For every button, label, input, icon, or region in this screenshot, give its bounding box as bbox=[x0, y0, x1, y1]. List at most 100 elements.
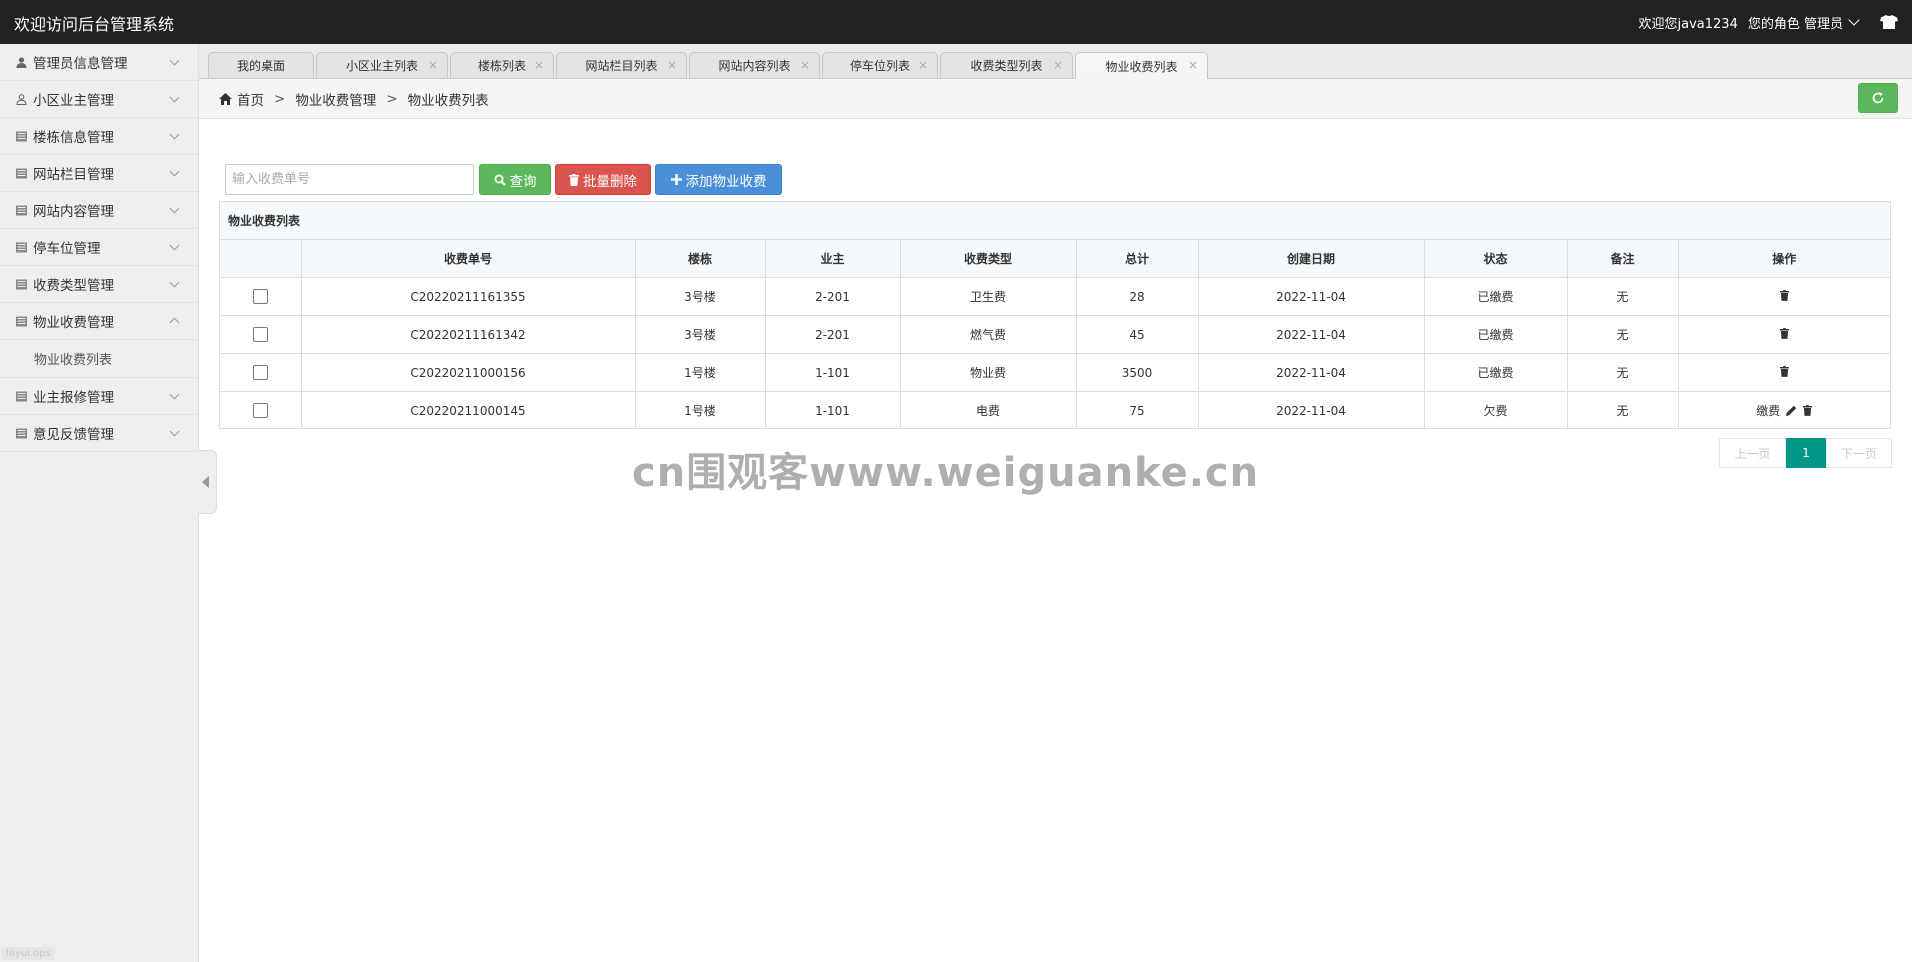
version-tag: layui.ops bbox=[2, 947, 55, 960]
breadcrumb-level1[interactable]: 物业收费管理 bbox=[295, 89, 376, 109]
cell-total: 3500 bbox=[1076, 353, 1199, 392]
close-icon[interactable]: × bbox=[1188, 58, 1198, 72]
cell-owner: 1-101 bbox=[765, 391, 901, 429]
list-icon bbox=[16, 205, 27, 215]
cell-date: 2022-11-04 bbox=[1198, 391, 1425, 429]
sidebar-item-content[interactable]: 网站内容管理 bbox=[0, 192, 198, 229]
tab-owner-list[interactable]: 小区业主列表 × bbox=[316, 52, 448, 78]
chevron-down-icon bbox=[1848, 14, 1860, 26]
column-header: 业主 bbox=[765, 240, 901, 278]
cell-owner: 1-101 bbox=[765, 353, 901, 392]
sidebar-item-label: 楼栋信息管理 bbox=[33, 130, 114, 146]
table-header-row: 收费单号 楼栋 业主 收费类型 总计 创建日期 状态 备注 操作 bbox=[220, 240, 1890, 278]
close-icon[interactable]: × bbox=[1053, 58, 1063, 72]
sidebar-item-columns[interactable]: 网站栏目管理 bbox=[0, 155, 198, 192]
cell-actions bbox=[1678, 315, 1890, 354]
cell-status: 已缴费 bbox=[1424, 315, 1568, 354]
add-fee-button[interactable]: 添加物业收费 bbox=[655, 164, 782, 195]
column-header: 收费类型 bbox=[900, 240, 1077, 278]
sidebar-subitem-fee-list[interactable]: 物业收费列表 bbox=[0, 340, 198, 378]
row-checkbox[interactable] bbox=[252, 365, 268, 380]
tab-building-list[interactable]: 楼栋列表 × bbox=[450, 52, 554, 78]
search-icon bbox=[494, 174, 506, 186]
fee-number-search-input[interactable] bbox=[225, 164, 474, 195]
tshirt-icon[interactable] bbox=[1880, 15, 1898, 29]
cell-note: 无 bbox=[1567, 391, 1679, 429]
column-header: 楼栋 bbox=[635, 240, 766, 278]
breadcrumb-home[interactable]: 首页 bbox=[237, 89, 264, 109]
row-checkbox[interactable] bbox=[252, 289, 268, 304]
sidebar-item-repairs[interactable]: 业主报修管理 bbox=[0, 378, 198, 415]
tab-parking-list[interactable]: 停车位列表 × bbox=[822, 52, 938, 78]
list-icon bbox=[16, 131, 27, 141]
row-checkbox[interactable] bbox=[252, 327, 268, 342]
sidebar-item-parking[interactable]: 停车位管理 bbox=[0, 229, 198, 266]
chevron-down-icon bbox=[169, 129, 180, 140]
table-row: C20220211000156 1号楼 1-101 物业费 3500 2022-… bbox=[220, 353, 1890, 392]
pagination-prev[interactable]: 上一页 bbox=[1719, 438, 1786, 468]
row-select-cell bbox=[220, 353, 302, 392]
pagination-page-1[interactable]: 1 bbox=[1786, 438, 1826, 468]
refresh-icon bbox=[1872, 92, 1884, 104]
sidebar-item-admin[interactable]: 管理员信息管理 bbox=[0, 44, 198, 81]
delete-trash-icon[interactable] bbox=[1803, 405, 1813, 416]
breadcrumb-separator: > bbox=[386, 91, 398, 107]
trash-icon bbox=[569, 173, 579, 186]
add-fee-label: 添加物业收费 bbox=[685, 173, 767, 190]
role-dropdown[interactable]: 您的角色 管理员 bbox=[1748, 13, 1860, 32]
close-icon[interactable]: × bbox=[428, 58, 438, 72]
edit-pencil-icon[interactable] bbox=[1786, 405, 1797, 416]
pay-link[interactable]: 缴费 bbox=[1756, 402, 1780, 419]
chevron-down-icon bbox=[169, 389, 180, 400]
cell-note: 无 bbox=[1567, 353, 1679, 392]
cell-building: 3号楼 bbox=[635, 277, 766, 316]
cell-building: 1号楼 bbox=[635, 353, 766, 392]
delete-trash-icon[interactable] bbox=[1779, 289, 1789, 301]
tab-property-fee-list[interactable]: 物业收费列表 × bbox=[1075, 52, 1208, 79]
pagination-next[interactable]: 下一页 bbox=[1826, 438, 1892, 468]
column-header: 收费单号 bbox=[301, 240, 636, 278]
header-user-area: 欢迎您java1234 您的角色 管理员 bbox=[1629, 0, 1898, 44]
delete-trash-icon[interactable] bbox=[1779, 365, 1789, 377]
chevron-down-icon bbox=[169, 277, 180, 288]
tab-fee-type-list[interactable]: 收费类型列表 × bbox=[940, 52, 1073, 78]
sidebar-item-owners[interactable]: 小区业主管理 bbox=[0, 81, 198, 118]
cell-fee-type: 物业费 bbox=[900, 353, 1077, 392]
close-icon[interactable]: × bbox=[918, 58, 928, 72]
tab-desktop[interactable]: 我的桌面 bbox=[208, 52, 314, 78]
breadcrumb-bar: 首页 > 物业收费管理 > 物业收费列表 bbox=[199, 79, 1912, 119]
list-icon bbox=[16, 391, 27, 401]
tab-bar: 我的桌面 小区业主列表 × 楼栋列表 × 网站栏目列表 × 网站内容列表 × 停… bbox=[199, 44, 1912, 79]
sidebar-item-label: 网站栏目管理 bbox=[33, 167, 114, 183]
breadcrumb: 首页 > 物业收费管理 > 物业收费列表 bbox=[219, 89, 489, 109]
tab-content-list[interactable]: 网站内容列表 × bbox=[689, 52, 820, 78]
sidebar-collapse-handle[interactable] bbox=[198, 450, 217, 514]
list-icon bbox=[16, 316, 27, 326]
close-icon[interactable]: × bbox=[800, 58, 810, 72]
user-icon bbox=[16, 56, 27, 68]
column-header: 操作 bbox=[1678, 240, 1890, 278]
row-checkbox[interactable] bbox=[252, 403, 268, 418]
watermark: cn围观客www.weiguanke.cn bbox=[632, 450, 1260, 496]
cell-total: 28 bbox=[1076, 277, 1199, 316]
chevron-up-icon bbox=[169, 317, 180, 328]
close-icon[interactable]: × bbox=[667, 58, 677, 72]
refresh-button[interactable] bbox=[1858, 83, 1898, 113]
batch-delete-button[interactable]: 批量删除 bbox=[555, 164, 651, 195]
column-header: 总计 bbox=[1076, 240, 1199, 278]
delete-trash-icon[interactable] bbox=[1779, 327, 1789, 339]
sidebar-item-property-fees[interactable]: 物业收费管理 bbox=[0, 303, 198, 340]
cell-fee-number: C20220211161342 bbox=[301, 315, 636, 354]
cell-fee-number: C20220211000145 bbox=[301, 391, 636, 429]
sidebar-item-fee-types[interactable]: 收费类型管理 bbox=[0, 266, 198, 303]
sidebar-item-feedback[interactable]: 意见反馈管理 bbox=[0, 415, 198, 452]
close-icon[interactable]: × bbox=[534, 58, 544, 72]
tab-label: 我的桌面 bbox=[236, 59, 285, 73]
list-icon bbox=[16, 279, 27, 289]
batch-delete-label: 批量删除 bbox=[583, 173, 637, 190]
table-row: C20220211161355 3号楼 2-201 卫生费 28 2022-11… bbox=[220, 277, 1890, 316]
search-button[interactable]: 查询 bbox=[479, 164, 551, 195]
sidebar-item-buildings[interactable]: 楼栋信息管理 bbox=[0, 118, 198, 155]
tab-column-list[interactable]: 网站栏目列表 × bbox=[556, 52, 687, 78]
search-button-label: 查询 bbox=[509, 173, 537, 190]
